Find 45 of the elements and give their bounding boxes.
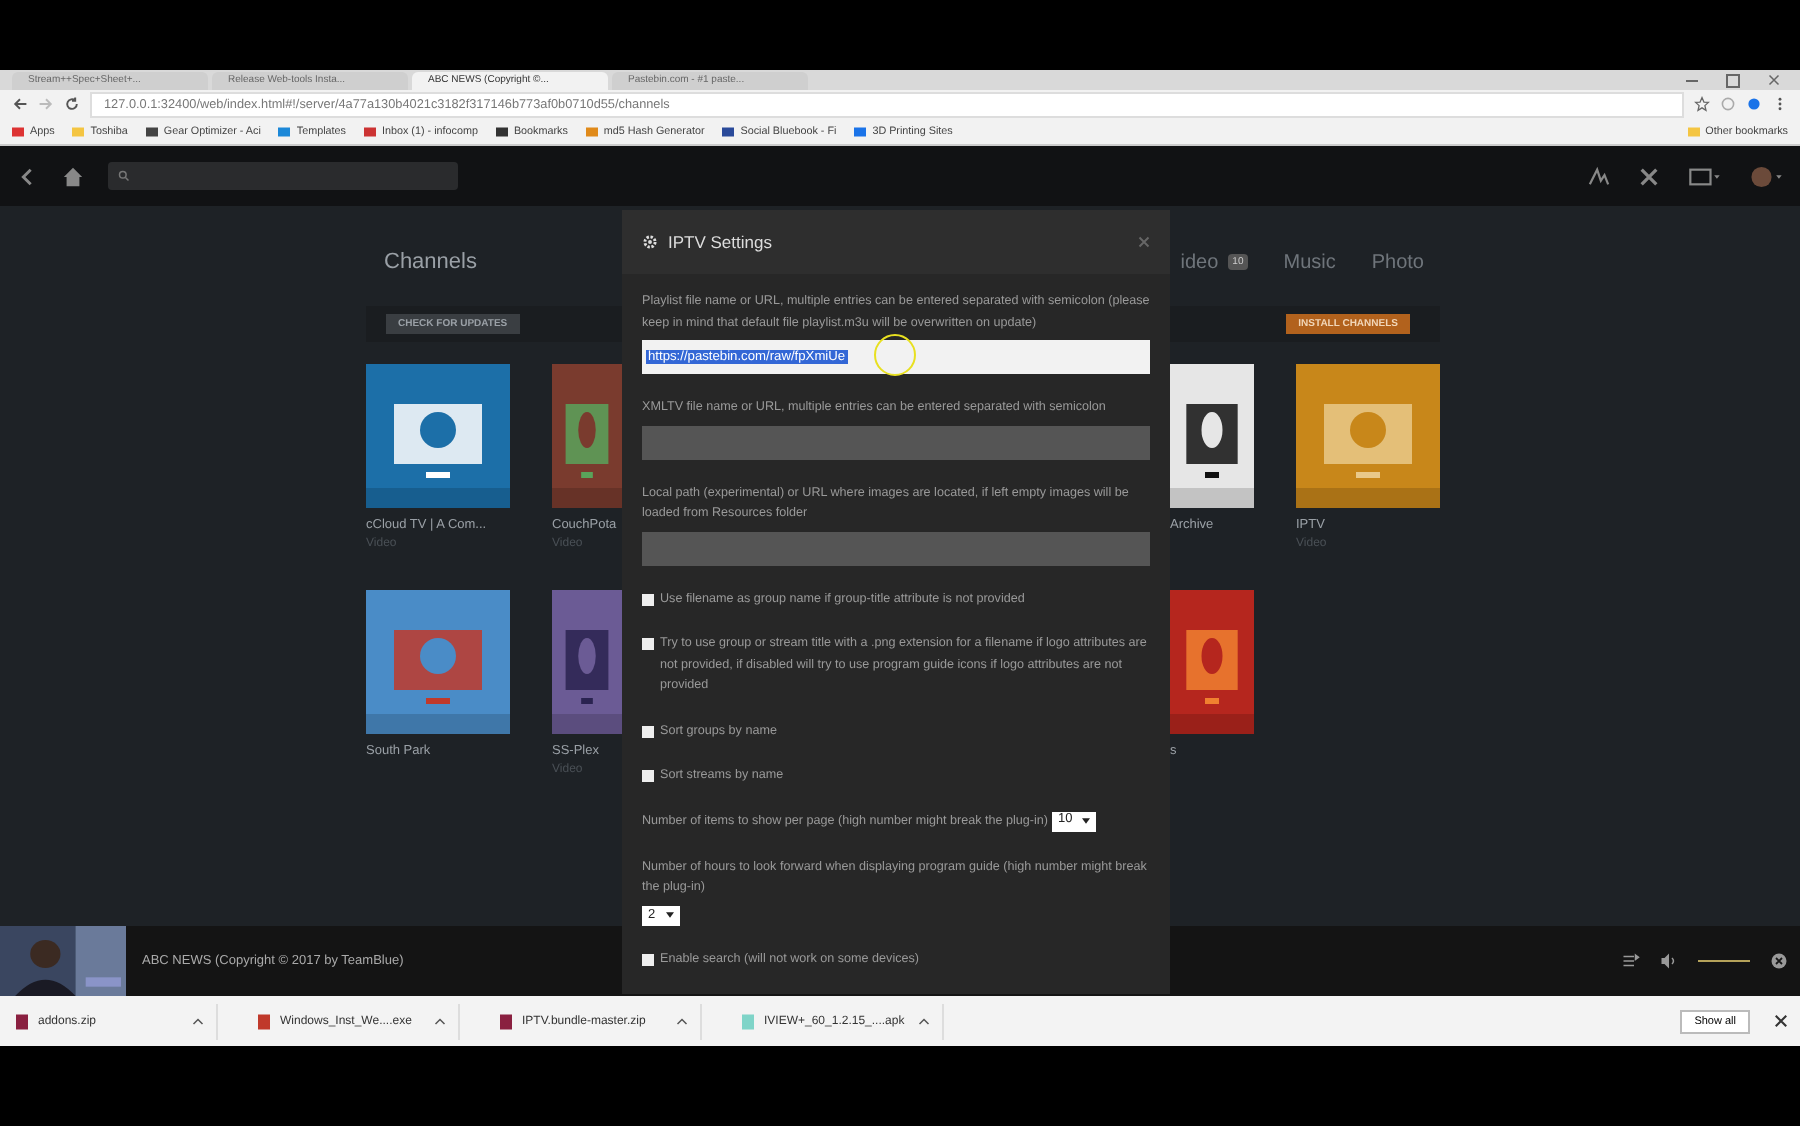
bookmark-icon <box>722 125 735 137</box>
screen-icon[interactable] <box>1688 165 1722 187</box>
checkbox[interactable] <box>642 953 654 966</box>
dialog-title: IPTV Settings <box>668 232 772 252</box>
home-icon[interactable] <box>62 165 84 187</box>
volume-icon[interactable] <box>1660 952 1678 970</box>
minimize-icon[interactable] <box>1686 79 1698 81</box>
caret-icon[interactable] <box>434 1016 446 1026</box>
input-field[interactable] <box>642 425 1150 459</box>
page-title: Channels <box>384 250 477 274</box>
bookmark-icon <box>585 125 598 137</box>
bookmark-icon <box>72 125 85 137</box>
close-icon[interactable] <box>1770 952 1788 970</box>
search-field[interactable] <box>108 162 458 190</box>
bookmark-icon <box>495 125 508 137</box>
back-icon[interactable] <box>16 165 38 187</box>
close-icon[interactable] <box>1774 1014 1788 1028</box>
file-icon <box>258 1013 270 1029</box>
checkbox[interactable] <box>642 593 654 605</box>
checkbox[interactable] <box>642 725 654 737</box>
checkbox[interactable] <box>642 638 654 650</box>
star-icon[interactable] <box>1694 96 1710 112</box>
playlist-icon[interactable] <box>1622 952 1640 970</box>
reload-icon[interactable] <box>64 96 80 112</box>
caret-icon <box>665 912 674 919</box>
file-icon <box>500 1013 512 1029</box>
file-icon <box>742 1013 754 1029</box>
file-icon <box>16 1013 28 1029</box>
bookmark-icon <box>145 125 158 137</box>
search-icon <box>118 170 130 182</box>
caret-icon[interactable] <box>918 1016 930 1026</box>
folder-icon <box>1687 125 1700 137</box>
bookmark-icon <box>278 125 291 137</box>
bookmark-icon <box>854 125 867 137</box>
cursor-highlight <box>874 334 916 376</box>
checkbox[interactable] <box>642 770 654 782</box>
caret-icon[interactable] <box>676 1016 688 1026</box>
activity-icon[interactable] <box>1588 165 1610 187</box>
caret-icon <box>1082 818 1091 824</box>
caret-icon[interactable] <box>192 1016 204 1026</box>
back-icon[interactable] <box>12 96 28 112</box>
bookmark-icon <box>364 125 376 137</box>
maximize-icon[interactable] <box>1726 73 1740 87</box>
gear-icon <box>642 234 658 250</box>
input-field[interactable] <box>642 531 1150 565</box>
